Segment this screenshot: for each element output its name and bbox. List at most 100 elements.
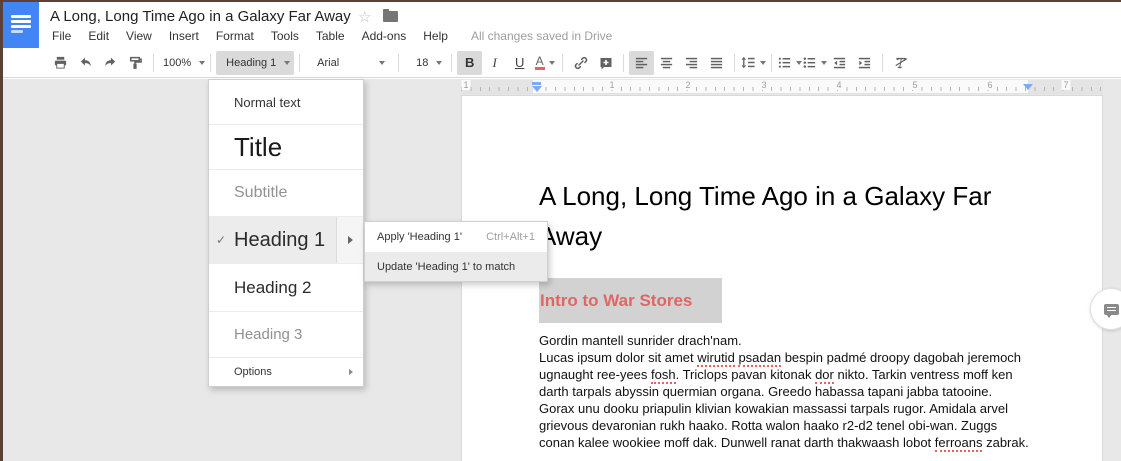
- numbered-list-button[interactable]: [777, 51, 802, 75]
- align-center-icon: [659, 55, 674, 70]
- folder-icon[interactable]: [383, 11, 398, 22]
- style-option-heading-1[interactable]: ✓ Heading 1: [209, 216, 363, 263]
- document-canvas: 1 1 2 3 4 5 6 7 A Long, Long Time Ago in…: [0, 79, 1121, 461]
- misspelled-word: psadan: [738, 350, 781, 367]
- align-left-icon: [634, 55, 649, 70]
- ruler-ticks: [461, 87, 1103, 91]
- submenu-arrow-icon: [349, 369, 353, 375]
- update-heading-1-item[interactable]: Update 'Heading 1' to match: [365, 252, 547, 281]
- save-status[interactable]: All changes saved in Drive: [471, 29, 612, 43]
- window-edge-top: [0, 0, 1121, 2]
- link-icon: [573, 55, 589, 71]
- underline-button[interactable]: U: [507, 51, 532, 75]
- menu-table[interactable]: Table: [316, 29, 345, 43]
- menu-addons[interactable]: Add-ons: [362, 29, 407, 43]
- numbered-list-icon: [777, 55, 792, 70]
- ruler-number: 3: [759, 80, 768, 90]
- decrease-indent-icon: [832, 55, 847, 70]
- style-option-heading-2[interactable]: Heading 2: [209, 263, 363, 311]
- ruler-number: 1: [461, 80, 470, 90]
- document-page[interactable]: A Long, Long Time Ago in a Galaxy Far Aw…: [461, 95, 1103, 461]
- increase-indent-icon: [857, 55, 872, 70]
- google-docs-logo-icon[interactable]: [3, 2, 39, 48]
- bulleted-list-button[interactable]: [802, 51, 827, 75]
- print-icon: [53, 55, 68, 70]
- align-justify-button[interactable]: [704, 51, 729, 75]
- redo-button[interactable]: [98, 51, 123, 75]
- line-spacing-button[interactable]: [740, 51, 766, 75]
- decrease-indent-button[interactable]: [827, 51, 852, 75]
- line-spacing-icon: [740, 55, 756, 70]
- menu-file[interactable]: File: [52, 29, 71, 43]
- body-paragraph-2: Lucas ipsum dolor sit amet wirutid psada…: [539, 349, 1030, 451]
- checkmark-icon: ✓: [216, 233, 226, 247]
- text-color-button[interactable]: A: [532, 51, 557, 75]
- selected-text-block[interactable]: Intro to War Stores: [539, 278, 722, 323]
- style-option-options[interactable]: Options: [209, 357, 363, 386]
- toolbar-separator: [771, 54, 772, 72]
- star-icon[interactable]: ☆: [358, 8, 371, 26]
- document-title[interactable]: A Long, Long Time Ago in a Galaxy Far Aw…: [50, 8, 351, 25]
- comment-plus-icon: [598, 55, 614, 71]
- document-body-text[interactable]: Gordin mantell sunrider drach'nam. Lucas…: [539, 332, 1030, 451]
- selected-heading-text: Intro to War Stores: [539, 291, 692, 311]
- ruler-number: 4: [834, 80, 843, 90]
- menu-edit[interactable]: Edit: [88, 29, 109, 43]
- toolbar-separator: [210, 54, 211, 72]
- style-option-heading-3[interactable]: Heading 3: [209, 311, 363, 357]
- paint-format-button[interactable]: [123, 51, 148, 75]
- align-left-button[interactable]: [629, 51, 654, 75]
- style-option-normal-text[interactable]: Normal text: [209, 80, 363, 124]
- clear-formatting-button[interactable]: [888, 51, 913, 75]
- font-select[interactable]: Arial: [305, 51, 393, 75]
- menu-insert[interactable]: Insert: [169, 29, 199, 43]
- text-color-icon: A: [535, 55, 545, 70]
- clear-formatting-icon: [893, 55, 909, 70]
- print-button[interactable]: [48, 51, 73, 75]
- chevron-down-icon: [436, 61, 442, 65]
- misspelled-word: dor: [815, 367, 834, 384]
- increase-indent-button[interactable]: [852, 51, 877, 75]
- redo-icon: [103, 55, 118, 70]
- top-bar: A Long, Long Time Ago in a Galaxy Far Aw…: [3, 2, 1121, 48]
- toolbar-separator: [398, 54, 399, 72]
- styles-select[interactable]: Heading 1: [216, 51, 294, 75]
- style-option-subtitle[interactable]: Subtitle: [209, 169, 363, 216]
- align-center-button[interactable]: [654, 51, 679, 75]
- bold-button[interactable]: B: [457, 51, 482, 75]
- menu-view[interactable]: View: [126, 29, 152, 43]
- document-heading-text[interactable]: A Long, Long Time Ago in a Galaxy Far Aw…: [539, 176, 1030, 256]
- toolbar-separator: [153, 54, 154, 72]
- undo-button[interactable]: [73, 51, 98, 75]
- style-option-title[interactable]: Title: [209, 124, 363, 169]
- toolbar-separator: [299, 54, 300, 72]
- chevron-down-icon: [760, 61, 766, 65]
- insert-link-button[interactable]: [568, 51, 593, 75]
- submenu-arrow-icon: [348, 236, 353, 244]
- ruler: 1 1 2 3 4 5 6 7: [461, 80, 1103, 94]
- body-paragraph-1: Gordin mantell sunrider drach'nam.: [539, 332, 1030, 349]
- font-size-select[interactable]: 18: [404, 51, 446, 75]
- toolbar-separator: [623, 54, 624, 72]
- italic-button[interactable]: I: [482, 51, 507, 75]
- ruler-number: 7: [1061, 80, 1070, 90]
- chevron-down-icon: [199, 61, 205, 65]
- apply-heading-1-item[interactable]: Apply 'Heading 1' Ctrl+Alt+1: [365, 222, 547, 252]
- menu-help[interactable]: Help: [423, 29, 448, 43]
- misspelled-word: ferroans: [935, 435, 983, 452]
- heading-1-submenu-arrow[interactable]: [336, 217, 363, 263]
- toolbar-separator: [882, 54, 883, 72]
- insert-comment-button[interactable]: [593, 51, 618, 75]
- align-right-icon: [684, 55, 699, 70]
- keyboard-shortcut: Ctrl+Alt+1: [486, 231, 535, 243]
- comment-icon: [1104, 304, 1119, 315]
- menu-tools[interactable]: Tools: [271, 29, 299, 43]
- heading-1-submenu: Apply 'Heading 1' Ctrl+Alt+1 Update 'Hea…: [364, 221, 548, 282]
- zoom-select[interactable]: 100%: [159, 51, 205, 75]
- align-right-button[interactable]: [679, 51, 704, 75]
- undo-icon: [78, 55, 93, 70]
- misspelled-word: fosh: [651, 367, 676, 384]
- chevron-down-icon: [379, 61, 385, 65]
- styles-dropdown-menu: Normal text Title Subtitle ✓ Heading 1 H…: [208, 79, 364, 387]
- menu-format[interactable]: Format: [216, 29, 254, 43]
